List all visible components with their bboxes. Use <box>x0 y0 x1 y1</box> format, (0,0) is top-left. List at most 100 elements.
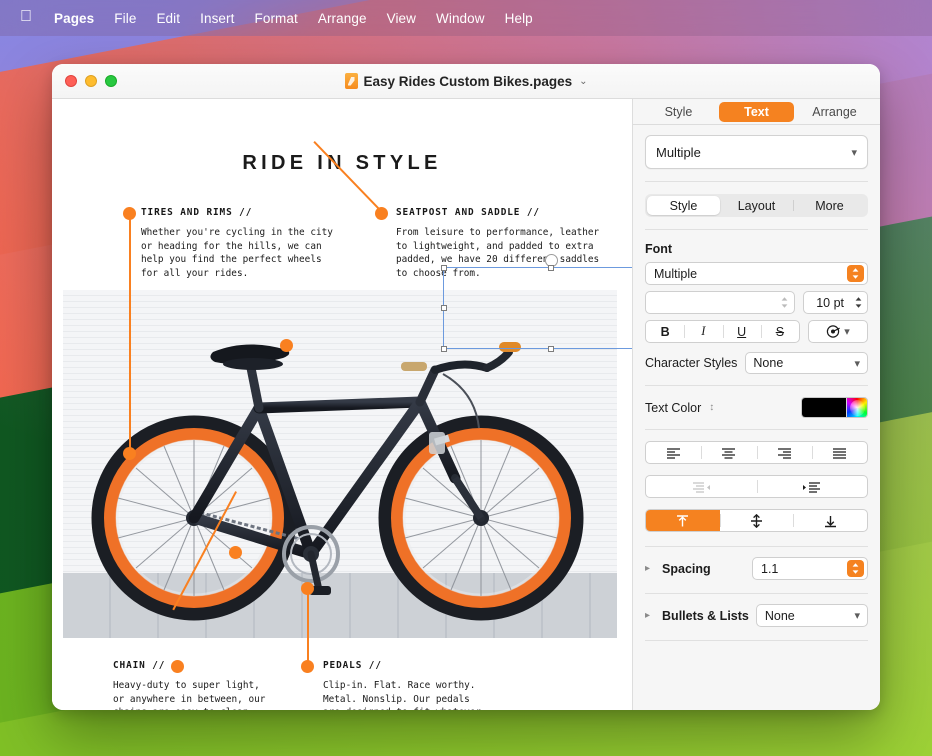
font-size-value: 10 pt <box>804 296 848 310</box>
traffic-lights <box>52 75 117 87</box>
align-bottom-button[interactable] <box>793 510 867 531</box>
stepper-icon[interactable] <box>851 292 866 313</box>
selection-handle-bottom-center[interactable] <box>548 346 554 352</box>
subtab-style[interactable]: Style <box>647 196 720 215</box>
align-center-icon <box>720 447 737 459</box>
color-wheel-icon[interactable] <box>846 397 867 418</box>
callout-tires-and-rims[interactable]: TIRES AND RIMS // Whether you're cycling… <box>141 207 351 281</box>
callout-title-tires: TIRES AND RIMS // <box>141 207 351 218</box>
callout-dot-seatpost-saddle[interactable] <box>280 339 293 352</box>
pages-document-icon <box>345 73 358 89</box>
text-effects-icon <box>826 324 841 339</box>
window-titlebar[interactable]: Easy Rides Custom Bikes.pages ⌄ <box>52 64 880 99</box>
text-color-row: Text Color ↕ <box>645 397 868 418</box>
disclosure-triangle-bullets[interactable]: ▸ <box>645 610 650 621</box>
spacing-label: Spacing <box>662 562 711 576</box>
bullets-row: ▸ Bullets & Lists None ▾ <box>645 604 868 627</box>
callout-dot-seatpost-text[interactable] <box>375 207 388 220</box>
align-center-button[interactable] <box>701 442 756 463</box>
document-title: Easy Rides Custom Bikes.pages <box>364 74 573 89</box>
outdent-button[interactable] <box>646 476 757 497</box>
character-styles-row: Character Styles None ▾ <box>645 352 868 374</box>
align-right-button[interactable] <box>757 442 812 463</box>
window-title-group: Easy Rides Custom Bikes.pages ⌄ <box>52 64 880 98</box>
menu-item-insert[interactable]: Insert <box>190 8 244 29</box>
font-family-field[interactable]: Multiple <box>645 262 868 285</box>
vertical-alignment-buttons <box>645 509 868 532</box>
outdent-icon <box>690 481 712 493</box>
paragraph-style-popup[interactable]: Multiple ▾ <box>645 135 868 169</box>
zoom-button-icon[interactable] <box>105 75 117 87</box>
align-middle-icon <box>749 514 764 528</box>
sort-arrows-icon[interactable]: ↕ <box>709 402 714 413</box>
callout-body-chain: Heavy-duty to super light, or anywhere i… <box>113 679 313 710</box>
align-middle-button[interactable] <box>720 510 794 531</box>
tab-style[interactable]: Style <box>641 102 716 122</box>
stepper-icon[interactable] <box>847 560 864 577</box>
callout-title-chain: CHAIN // <box>113 660 313 671</box>
menu-item-view[interactable]: View <box>377 8 426 29</box>
tab-arrange[interactable]: Arrange <box>797 102 872 122</box>
bullets-label: Bullets & Lists <box>662 609 749 623</box>
underline-button[interactable]: U <box>723 321 761 342</box>
menu-item-help[interactable]: Help <box>495 8 543 29</box>
align-left-icon <box>665 447 682 459</box>
text-style-buttons: B I U S <box>645 320 800 343</box>
selection-handle-middle-left[interactable] <box>441 305 447 311</box>
selection-handle-top-left[interactable] <box>441 265 447 271</box>
menu-item-edit[interactable]: Edit <box>146 8 190 29</box>
font-section-label: Font <box>645 242 868 256</box>
typeface-field[interactable] <box>645 291 795 314</box>
chevron-down-icon[interactable]: ⌄ <box>579 76 587 87</box>
align-left-button[interactable] <box>646 442 701 463</box>
divider <box>645 181 868 182</box>
italic-button[interactable]: I <box>684 321 722 342</box>
font-size-field[interactable]: 10 pt <box>803 291 868 314</box>
disclosure-triangle-spacing[interactable]: ▸ <box>645 563 650 574</box>
text-effects-button[interactable]: ▾ <box>808 320 868 343</box>
bold-button[interactable]: B <box>646 321 684 342</box>
menu-item-format[interactable]: Format <box>244 8 307 29</box>
stepper-icon[interactable] <box>777 292 792 313</box>
menu-item-arrange[interactable]: Arrange <box>308 8 377 29</box>
indent-button[interactable] <box>757 476 868 497</box>
selection-handle-top-center[interactable] <box>548 265 554 271</box>
chevron-down-icon: ▾ <box>854 609 860 622</box>
callout-chain[interactable]: CHAIN // Heavy-duty to super light, or a… <box>113 660 313 710</box>
callout-line-tires <box>129 213 131 453</box>
text-color-swatch[interactable] <box>802 398 846 417</box>
callout-body-pedals: Clip-in. Flat. Race worthy. Metal. Nonsl… <box>323 679 538 710</box>
callout-dot-tires-top[interactable] <box>123 207 136 220</box>
character-styles-value: None <box>753 356 783 370</box>
callout-dot-chain-frame[interactable] <box>229 546 242 559</box>
close-button-icon[interactable] <box>65 75 77 87</box>
minimize-button-icon[interactable] <box>85 75 97 87</box>
indent-buttons <box>645 475 868 498</box>
text-box-selection[interactable] <box>443 267 632 349</box>
menu-item-pages[interactable]: Pages <box>44 8 104 29</box>
align-top-button[interactable] <box>646 510 720 531</box>
document-page[interactable]: RIDE IN STYLE <box>52 99 632 710</box>
menu-item-file[interactable]: File <box>104 8 146 29</box>
subtab-more[interactable]: More <box>793 196 866 215</box>
callout-dot-tires-bottom[interactable] <box>123 447 136 460</box>
callout-pedals[interactable]: PEDALS // Clip-in. Flat. Race worthy. Me… <box>323 660 538 710</box>
spacing-field[interactable]: 1.1 <box>752 557 868 580</box>
align-justify-button[interactable] <box>812 442 867 463</box>
document-canvas[interactable]: RIDE IN STYLE <box>52 99 632 710</box>
apple-menu-icon[interactable]:  <box>14 9 44 27</box>
callout-dot-pedals-crank[interactable] <box>301 582 314 595</box>
character-styles-field[interactable]: None ▾ <box>745 352 868 374</box>
align-right-icon <box>776 447 793 459</box>
menu-item-window[interactable]: Window <box>426 8 495 29</box>
align-justify-icon <box>831 447 848 459</box>
spacing-value: 1.1 <box>761 562 778 576</box>
subtab-layout[interactable]: Layout <box>720 196 793 215</box>
paragraph-style-value: Multiple <box>656 145 701 160</box>
bullets-field[interactable]: None ▾ <box>756 604 868 627</box>
selection-handle-bottom-left[interactable] <box>441 346 447 352</box>
stepper-icon[interactable] <box>847 265 864 282</box>
tab-text[interactable]: Text <box>719 102 794 122</box>
bullets-value: None <box>765 609 795 623</box>
strikethrough-button[interactable]: S <box>761 321 799 342</box>
